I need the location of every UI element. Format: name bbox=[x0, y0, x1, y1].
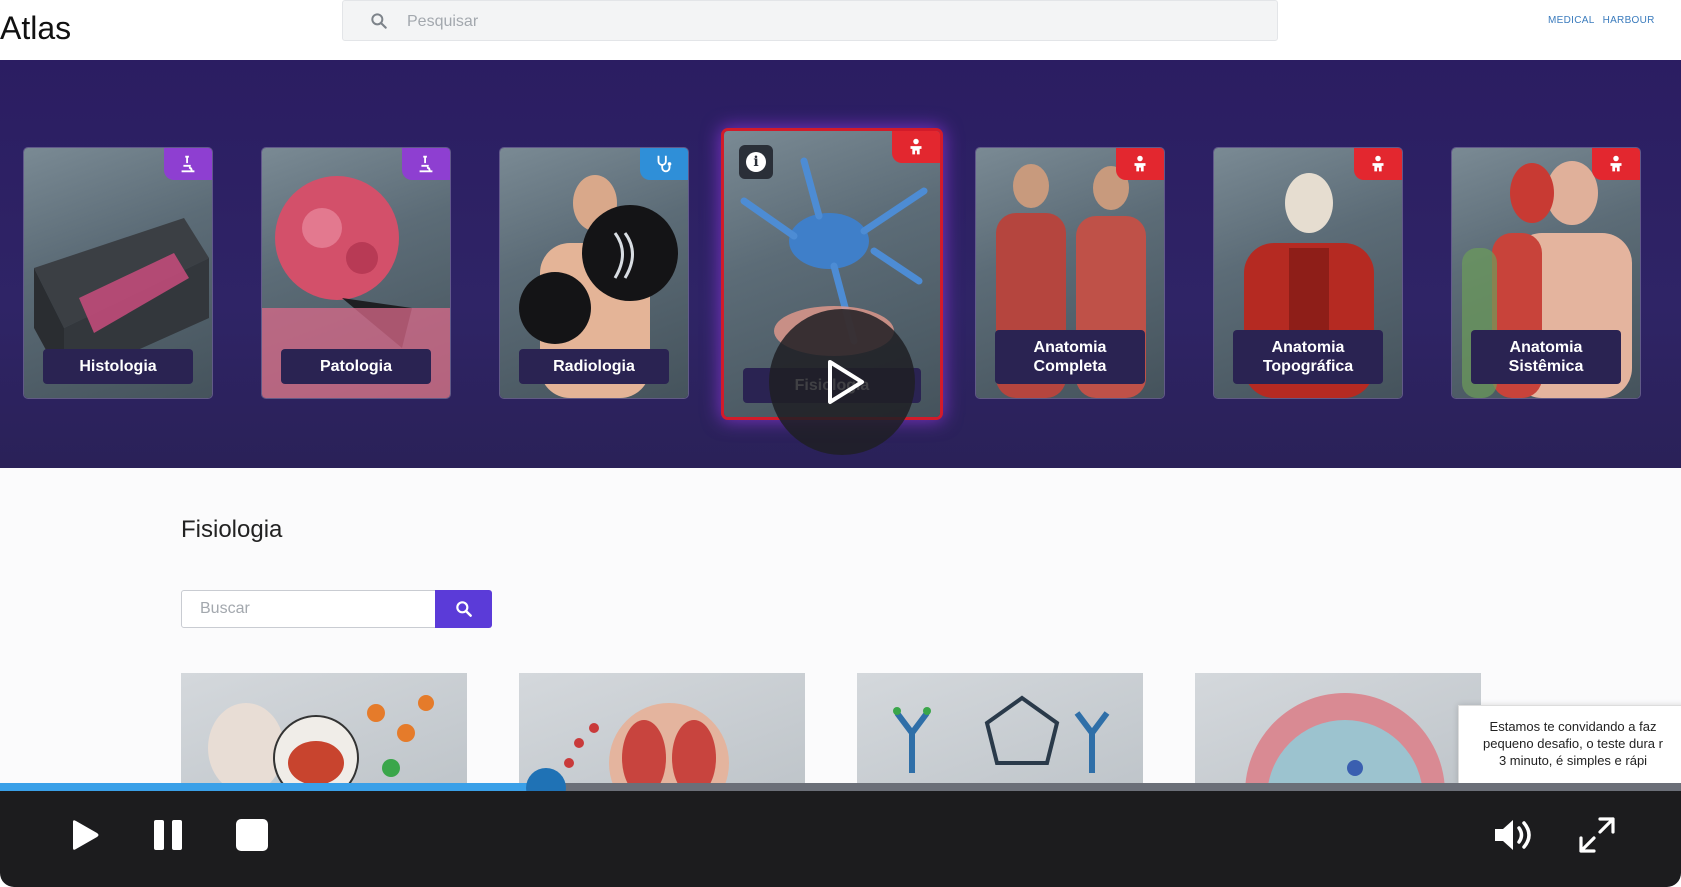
play-outline-icon bbox=[828, 360, 864, 404]
category-card-patologia[interactable]: Patologia bbox=[262, 148, 450, 398]
play-icon bbox=[73, 820, 99, 850]
vessel-illustration bbox=[1245, 693, 1445, 785]
category-label: Anatomia Topográfica bbox=[1233, 330, 1383, 384]
topic-thumbnail[interactable] bbox=[857, 673, 1143, 785]
fullscreen-icon bbox=[1579, 817, 1615, 853]
category-badge bbox=[1116, 148, 1164, 180]
video-frame: Atlas MEDICAL HARBOUR Histologia bbox=[0, 0, 1681, 887]
app-header: Atlas MEDICAL HARBOUR bbox=[0, 0, 1681, 60]
category-card-histologia[interactable]: Histologia bbox=[24, 148, 212, 398]
play-button[interactable] bbox=[60, 811, 108, 859]
body-icon bbox=[1372, 155, 1384, 172]
body-icon bbox=[1134, 155, 1146, 172]
search-icon bbox=[371, 13, 387, 29]
toast-line: pequeno desafio, o teste dura r bbox=[1483, 736, 1663, 751]
category-badge bbox=[402, 148, 450, 180]
volume-button[interactable] bbox=[1489, 811, 1537, 859]
topic-thumbnail[interactable] bbox=[519, 673, 805, 785]
antibody-illustration bbox=[893, 695, 1110, 773]
volume-icon bbox=[1495, 820, 1531, 850]
pause-button[interactable] bbox=[144, 811, 192, 859]
stethoscope-icon bbox=[657, 155, 672, 173]
search-icon bbox=[455, 601, 472, 617]
search-input[interactable] bbox=[405, 7, 1229, 37]
topic-thumbnail[interactable] bbox=[1195, 673, 1481, 785]
center-play-button[interactable] bbox=[769, 309, 915, 455]
section-search[interactable] bbox=[181, 590, 437, 628]
progress-bar[interactable] bbox=[0, 783, 1681, 791]
page-title: Atlas bbox=[0, 10, 72, 46]
category-label: Patologia bbox=[281, 349, 431, 384]
brand-logo: MEDICAL HARBOUR bbox=[1548, 10, 1655, 30]
pause-icon bbox=[154, 820, 182, 850]
progress-fill bbox=[0, 783, 547, 791]
category-card-anatomia-sistemica[interactable]: Anatomia Sistêmica bbox=[1452, 148, 1640, 398]
category-badge bbox=[640, 148, 688, 180]
invitation-toast[interactable]: Estamos te convidando a faz pequeno desa… bbox=[1458, 705, 1681, 785]
section-title: Fisiologia bbox=[181, 516, 283, 543]
toast-line: Estamos te convidando a faz bbox=[1489, 719, 1657, 734]
brand-left-text: MEDICAL bbox=[1548, 14, 1595, 26]
category-card-anatomia-topografica[interactable]: Anatomia Topográfica bbox=[1214, 148, 1402, 398]
category-card-anatomia-completa[interactable]: Anatomia Completa bbox=[976, 148, 1164, 398]
toast-line: 3 minuto, é simples e rápi bbox=[1498, 753, 1648, 768]
body-icon bbox=[910, 138, 922, 155]
category-badge bbox=[892, 131, 940, 163]
category-badge bbox=[1354, 148, 1402, 180]
fullscreen-button[interactable] bbox=[1573, 811, 1621, 859]
info-icon[interactable]: i bbox=[739, 145, 773, 179]
category-badge bbox=[164, 148, 212, 180]
category-label: Histologia bbox=[43, 349, 193, 384]
microscope-icon bbox=[181, 155, 195, 173]
microscope-icon bbox=[419, 155, 433, 173]
category-label: Anatomia Sistêmica bbox=[1471, 330, 1621, 384]
category-badge bbox=[1592, 148, 1640, 180]
stop-button[interactable] bbox=[228, 811, 276, 859]
endocrine-illustration bbox=[208, 695, 434, 785]
category-card-radiologia[interactable]: Radiologia bbox=[500, 148, 688, 398]
section-search-input[interactable] bbox=[198, 591, 432, 627]
body-icon bbox=[1610, 155, 1622, 172]
topic-thumbnail[interactable] bbox=[181, 673, 467, 785]
section-search-button[interactable] bbox=[435, 590, 492, 628]
brand-right-text: HARBOUR bbox=[1602, 14, 1655, 26]
category-label: Radiologia bbox=[519, 349, 669, 384]
respiratory-illustration bbox=[564, 703, 729, 785]
stop-icon bbox=[236, 819, 268, 851]
category-label: Anatomia Completa bbox=[995, 330, 1145, 384]
global-search[interactable] bbox=[342, 0, 1278, 41]
player-controls bbox=[0, 791, 1681, 887]
